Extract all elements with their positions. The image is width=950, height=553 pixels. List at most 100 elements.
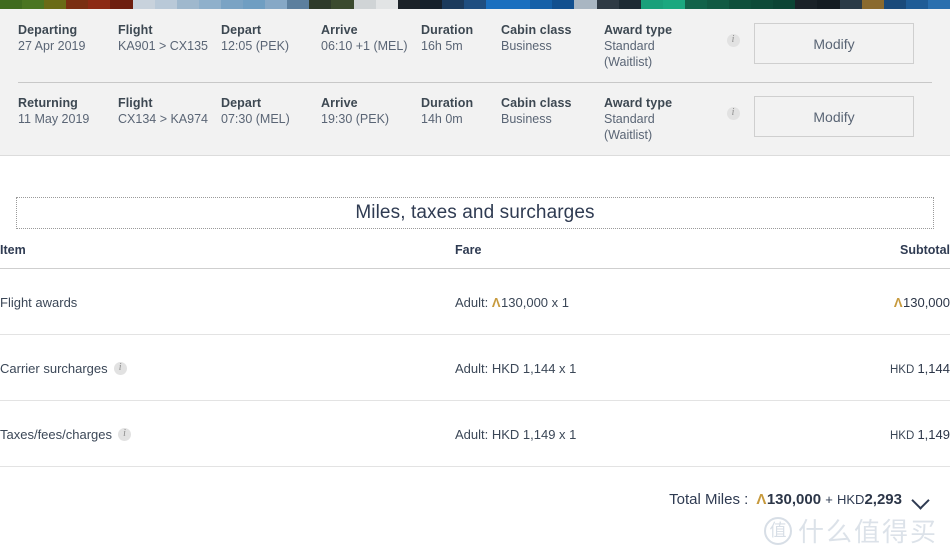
fee-subtotal-cell: Λ130,000 — [745, 268, 950, 335]
total-plus-sign: + — [825, 492, 833, 507]
total-row: Total Miles : Λ130,000 + HKD2,293 — [0, 467, 950, 508]
info-icon[interactable] — [113, 361, 127, 375]
fee-subtotal-cell: HKD 1,149 — [745, 400, 950, 467]
photo-strip-block — [88, 0, 111, 9]
photo-strip-block — [22, 0, 45, 9]
photo-strip-block — [817, 0, 840, 9]
photo-strip-block — [486, 0, 509, 9]
info-icon[interactable] — [726, 33, 740, 47]
fee-item-label: Flight awards — [0, 295, 78, 310]
duration-field: Duration 16h 5m — [421, 22, 501, 54]
fees-table-header-row: Item Fare Subtotal — [0, 243, 950, 269]
photo-strip-block — [198, 0, 221, 9]
photo-strip-block — [927, 0, 950, 9]
photo-strip-block — [861, 0, 884, 9]
photo-strip-block — [751, 0, 774, 9]
arrive-time-field: Arrive 19:30 (PEK) — [321, 95, 421, 127]
photo-strip-block — [729, 0, 752, 9]
photo-strip-block — [309, 0, 332, 9]
award-type-waitlist: (Waitlist) — [604, 128, 653, 142]
column-header-item: Item — [0, 243, 455, 269]
asia-miles-icon: Λ — [756, 491, 766, 508]
photo-strip-block — [220, 0, 244, 9]
total-label: Total Miles : — [669, 491, 749, 508]
subtotal-amount: 1,149 — [917, 427, 950, 442]
fees-section: Miles, taxes and surcharges Item Fare Su… — [0, 156, 950, 508]
fee-item-cell: Taxes/fees/charges — [0, 400, 455, 467]
fare-prefix: Adult: — [455, 427, 492, 442]
watermark-logo-icon: 值 — [763, 516, 792, 545]
fee-subtotal-cell: HKD 1,144 — [745, 334, 950, 401]
photo-strip-block — [375, 0, 398, 9]
column-header-subtotal: Subtotal — [745, 243, 950, 269]
cabin-class-value: Business — [501, 112, 552, 126]
photo-strip-block — [839, 0, 862, 9]
info-icon[interactable] — [726, 106, 740, 120]
cabin-class-field: Cabin class Business — [501, 22, 604, 54]
depart-time-field: Depart 07:30 (MEL) — [221, 95, 321, 127]
cabin-class-label: Cabin class — [501, 23, 572, 37]
award-type-value: Standard — [604, 112, 655, 126]
arrive-value: 19:30 (PEK) — [321, 112, 390, 126]
photo-strip-block — [574, 0, 597, 9]
cabin-class-label: Cabin class — [501, 96, 572, 110]
arrive-label: Arrive — [321, 96, 358, 110]
modify-button-returning[interactable]: Modify — [754, 96, 914, 137]
total-currency-amount: 2,293 — [864, 491, 902, 508]
arrive-label: Arrive — [321, 23, 358, 37]
modify-button-departing[interactable]: Modify — [754, 23, 914, 64]
award-type-field: Award type Standard (Waitlist) — [604, 22, 712, 70]
total-currency-code: HKD — [837, 492, 865, 507]
duration-value: 14h 0m — [421, 112, 463, 126]
flight-row-departing: Departing 27 Apr 2019 Flight KA901 > CX1… — [0, 9, 950, 82]
subtotal-amount: 1,144 — [917, 361, 950, 376]
itinerary-panel: Departing 27 Apr 2019 Flight KA901 > CX1… — [0, 9, 950, 156]
flight-row-divider — [18, 82, 932, 83]
fee-item-label: Carrier surcharges — [0, 361, 108, 376]
fee-item-cell: Flight awards — [0, 268, 455, 335]
depart-value: 12:05 (PEK) — [221, 39, 290, 53]
depart-value: 07:30 (MEL) — [221, 112, 290, 126]
fare-prefix: Adult: — [455, 295, 492, 310]
flight-number-field: Flight KA901 > CX135 — [118, 22, 221, 54]
returning-label: Returning — [18, 96, 78, 110]
photo-strip-block — [883, 0, 906, 9]
photo-strip-block — [397, 0, 420, 9]
asia-miles-icon: Λ — [893, 295, 903, 310]
fare-amount: HKD 1,144 x 1 — [491, 361, 577, 376]
info-icon[interactable] — [118, 427, 132, 441]
photo-strip-block — [773, 0, 796, 9]
flight-value: KA901 > CX135 — [118, 39, 208, 53]
fee-fare-cell: Adult: HKD 1,144 x 1 — [455, 334, 745, 401]
photo-strip-block — [331, 0, 354, 9]
photo-strip-block — [640, 0, 663, 9]
photo-strip-block — [176, 0, 199, 9]
photo-strip-block — [508, 0, 531, 9]
duration-value: 16h 5m — [421, 39, 463, 53]
arrive-time-field: Arrive 06:10 +1 (MEL) — [321, 22, 421, 54]
fare-amount: 130,000 x 1 — [501, 295, 569, 310]
section-title: Miles, taxes and surcharges — [16, 197, 934, 229]
photo-strip-block — [530, 0, 553, 9]
photo-strip-block — [287, 0, 310, 9]
photo-strip-block — [552, 0, 575, 9]
award-type-waitlist: (Waitlist) — [604, 55, 653, 69]
award-info-wrap — [712, 22, 754, 47]
photo-strip-block — [353, 0, 376, 9]
photo-strip-block — [110, 0, 133, 9]
fee-item-cell: Carrier surcharges — [0, 334, 455, 401]
chevron-down-icon[interactable] — [912, 494, 930, 505]
fees-table: Item Fare Subtotal Flight awards Adult: Λ… — [0, 243, 950, 467]
duration-label: Duration — [421, 96, 474, 110]
depart-label: Depart — [221, 23, 262, 37]
award-type-label: Award type — [604, 96, 673, 110]
returning-field: Returning 11 May 2019 — [18, 95, 118, 127]
award-type-value: Standard — [604, 39, 655, 53]
photo-strip-block — [44, 0, 67, 9]
fee-item-label: Taxes/fees/charges — [0, 427, 113, 442]
depart-label: Depart — [221, 96, 262, 110]
subtotal-currency-code: HKD — [889, 364, 918, 376]
watermark: 值 什么值得买 — [763, 512, 938, 549]
cropped-photo-strip — [0, 0, 950, 9]
award-type-label: Award type — [604, 23, 673, 37]
